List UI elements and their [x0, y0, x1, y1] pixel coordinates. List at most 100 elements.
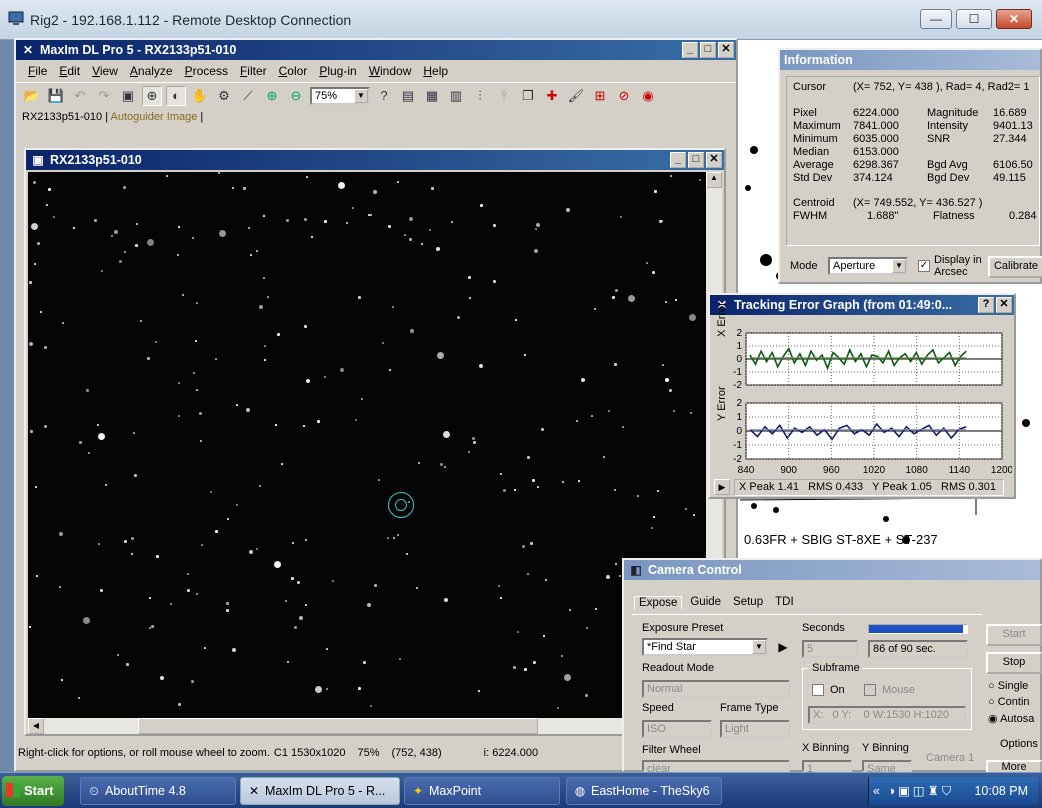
- seconds-input[interactable]: 5: [802, 640, 858, 658]
- weights-icon[interactable]: ⫯: [494, 86, 514, 106]
- zoom-out-icon[interactable]: ⊖: [286, 86, 306, 106]
- taskbar-item-thesky[interactable]: ◍ EastHome - TheSky6: [566, 777, 722, 805]
- settings-icon[interactable]: ⚙: [214, 86, 234, 106]
- calibrate-icon[interactable]: ▥: [446, 86, 466, 106]
- tab-image[interactable]: RX2133p51-010: [22, 111, 102, 123]
- taskbar-item-maxim[interactable]: ✕ MaxIm DL Pro 5 - R...: [240, 777, 400, 805]
- stop-button[interactable]: Stop: [986, 652, 1042, 674]
- star-field-image[interactable]: [28, 172, 706, 718]
- menu-analyze[interactable]: Analyze: [130, 64, 173, 78]
- rdp-maximize-button[interactable]: ☐: [956, 9, 992, 29]
- star: [59, 532, 63, 536]
- menu-edit[interactable]: Edit: [59, 64, 80, 78]
- camera-title: Camera Control: [648, 563, 742, 577]
- tab-setup[interactable]: Setup: [729, 596, 767, 609]
- preset-select[interactable]: *Find Star ▼: [642, 638, 768, 656]
- arcsec-checkbox[interactable]: ✓: [918, 260, 930, 272]
- scroll-thumb[interactable]: [138, 718, 538, 734]
- autosave-radio[interactable]: ◉ Autosa: [988, 712, 1034, 725]
- mouse-checkbox[interactable]: [864, 684, 876, 696]
- single-radio[interactable]: ○ Single: [988, 680, 1028, 692]
- menu-process[interactable]: Process: [185, 64, 228, 78]
- readout-select[interactable]: Normal: [642, 680, 790, 698]
- tray-expand-icon[interactable]: «: [873, 784, 880, 798]
- play-icon[interactable]: ▶: [774, 638, 792, 656]
- menu-view[interactable]: View: [92, 64, 118, 78]
- star: [443, 431, 450, 438]
- star: [532, 479, 535, 482]
- crosshair-icon[interactable]: ⊕: [142, 85, 162, 106]
- menu-file[interactable]: File: [28, 64, 47, 78]
- tracking-close-button[interactable]: ✕: [996, 297, 1012, 313]
- tab-guide[interactable]: Guide: [686, 596, 725, 609]
- image-maximize-button[interactable]: □: [688, 152, 704, 168]
- image-icon[interactable]: ▣: [118, 86, 138, 106]
- rdp-minimize-button[interactable]: —: [920, 9, 952, 29]
- y-binning-select[interactable]: Same: [862, 760, 912, 775]
- start-button[interactable]: Start: [2, 776, 64, 806]
- star: [119, 260, 122, 263]
- image-minimize-button[interactable]: _: [670, 152, 686, 168]
- calibrate-button[interactable]: Calibrate: [988, 256, 1042, 278]
- taskbar-item-abouttime[interactable]: ⏲ AboutTime 4.8: [80, 777, 236, 805]
- levels-icon[interactable]: ⫶: [470, 86, 490, 106]
- menu-plugin[interactable]: Plug-in: [319, 64, 356, 78]
- redo-icon[interactable]: ↷: [94, 86, 114, 106]
- y-tick-label: 2: [736, 398, 742, 409]
- star: [250, 254, 252, 256]
- continuous-radio[interactable]: ○ Contin: [988, 696, 1030, 708]
- maxim-minimize-button[interactable]: _: [682, 42, 698, 58]
- rdp-close-button[interactable]: ✕: [996, 9, 1032, 29]
- star: [429, 229, 431, 231]
- star: [267, 296, 269, 298]
- menu-color[interactable]: Color: [279, 64, 308, 78]
- plus-icon[interactable]: ✚: [542, 86, 562, 106]
- save-icon[interactable]: 💾: [46, 86, 66, 106]
- scroll-up-arrow[interactable]: ▲: [706, 172, 722, 188]
- undo-icon[interactable]: ↶: [70, 86, 90, 106]
- maxim-close-button[interactable]: ✕: [718, 42, 734, 58]
- x-binning-select[interactable]: 1: [802, 760, 852, 775]
- ruler-icon[interactable]: ▤: [398, 86, 418, 106]
- zoom-select[interactable]: 75% ▼: [310, 86, 370, 105]
- filter-select[interactable]: clear: [642, 760, 790, 775]
- star: [537, 486, 539, 488]
- copy-icon[interactable]: ❐: [518, 86, 538, 106]
- help-icon[interactable]: ?: [374, 86, 394, 106]
- taskbar-item-maxpoint[interactable]: ✦ MaxPoint: [404, 777, 560, 805]
- image-close-button[interactable]: ✕: [706, 152, 722, 168]
- scroll-left-arrow[interactable]: ◀: [28, 718, 44, 734]
- tab-expose[interactable]: Expose: [634, 596, 683, 609]
- star: [178, 382, 180, 384]
- horizontal-scrollbar[interactable]: ◀: [28, 718, 706, 734]
- options-label[interactable]: Options: [1000, 738, 1038, 750]
- star: [418, 462, 420, 464]
- camera1-label[interactable]: Camera 1: [926, 752, 974, 764]
- record-icon[interactable]: ◉: [638, 86, 658, 106]
- tab-tdi[interactable]: TDI: [771, 596, 798, 609]
- frame-type-select[interactable]: Light: [720, 720, 790, 738]
- stack-icon[interactable]: ▦: [422, 86, 442, 106]
- tab-autoguider[interactable]: Autoguider Image: [111, 111, 198, 123]
- info-tool-icon[interactable]: ◐: [166, 85, 186, 106]
- mode-select[interactable]: Aperture ▼: [828, 257, 908, 275]
- filter-icon[interactable]: ⊞: [590, 86, 610, 106]
- menu-filter[interactable]: Filter: [240, 64, 267, 78]
- maxim-maximize-button[interactable]: □: [700, 42, 716, 58]
- zoom-in-icon[interactable]: ⊕: [262, 86, 282, 106]
- graph-icon[interactable]: ⟋: [238, 86, 258, 106]
- seconds-label: Seconds: [802, 622, 845, 634]
- pan-icon[interactable]: ✋: [190, 86, 210, 106]
- flatness-label: Flatness: [933, 210, 975, 222]
- tracking-help-button[interactable]: ?: [978, 297, 994, 313]
- menu-window[interactable]: Window: [369, 64, 412, 78]
- camera-titlebar: ◧ Camera Control: [624, 560, 1040, 580]
- stop-icon[interactable]: ⊘: [614, 86, 634, 106]
- menu-help[interactable]: Help: [423, 64, 448, 78]
- speed-select[interactable]: ISO: [642, 720, 712, 738]
- brush-icon[interactable]: 🖌: [566, 86, 586, 106]
- start-button[interactable]: Start: [986, 624, 1042, 646]
- play-button[interactable]: ▶: [714, 479, 730, 495]
- subframe-on-checkbox[interactable]: [812, 684, 824, 696]
- open-icon[interactable]: 📂: [22, 86, 42, 106]
